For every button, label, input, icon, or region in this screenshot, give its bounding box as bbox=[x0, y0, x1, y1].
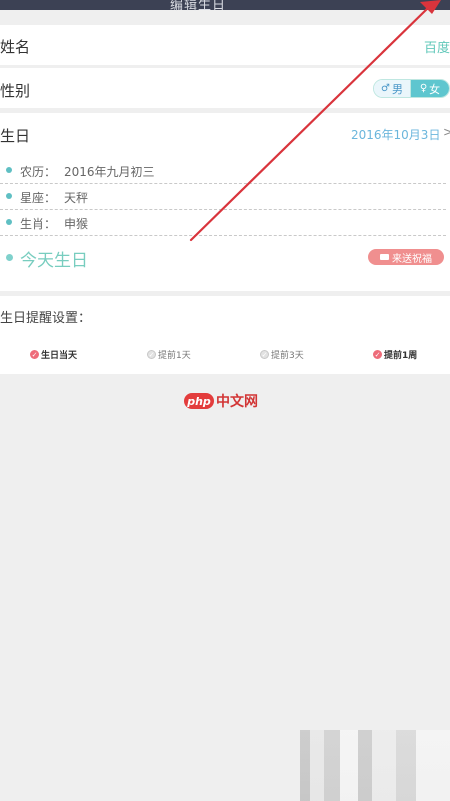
lunar-key: 农历： bbox=[20, 165, 57, 179]
gender-option-female[interactable]: ♀ 女 bbox=[411, 80, 449, 97]
name-value[interactable]: 百度 bbox=[424, 37, 450, 56]
lunar-date-line: 农历： 2016年九月初三 bbox=[0, 159, 446, 184]
reminder-option-label: 生日当天 bbox=[41, 350, 78, 361]
reminder-option-1-day-before[interactable]: ✓ 提前1天 bbox=[147, 347, 191, 361]
today-birthday-text: 今天生日 bbox=[20, 251, 88, 271]
send-wishes-button[interactable]: 来送祝福 bbox=[368, 249, 444, 265]
bullet-dot-icon bbox=[6, 254, 13, 261]
today-birthday-line: 今天生日 来送祝福 bbox=[0, 244, 450, 271]
chinese-zodiac-line: 生肖： 申猴 bbox=[0, 211, 446, 236]
reminder-option-label: 提前1天 bbox=[158, 350, 191, 361]
reminder-option-3-days-before[interactable]: ✓ 提前3天 bbox=[260, 347, 304, 361]
check-circle-icon: ✓ bbox=[373, 349, 382, 359]
gender-toggle[interactable]: ♂ 男 ♀ 女 bbox=[373, 79, 450, 98]
bullet-dot-icon bbox=[6, 167, 12, 173]
site-watermark: php 中文网 bbox=[184, 391, 258, 411]
lunar-value: 2016年九月初三 bbox=[64, 165, 155, 179]
reminder-option-1-week-before[interactable]: ✓ 提前1周 bbox=[373, 347, 417, 361]
check-circle-icon: ✓ bbox=[147, 349, 156, 359]
reminder-option-label: 提前3天 bbox=[271, 350, 304, 361]
send-wishes-label: 来送祝福 bbox=[392, 253, 432, 265]
envelope-icon bbox=[380, 254, 389, 260]
animal-key: 生肖： bbox=[20, 217, 57, 231]
zodiac-value: 天秤 bbox=[64, 191, 89, 205]
chevron-right-icon[interactable]: > bbox=[443, 125, 450, 139]
zodiac-line: 星座： 天秤 bbox=[0, 185, 446, 210]
check-circle-icon: ✓ bbox=[30, 349, 39, 359]
reminder-section: 生日提醒设置： ✓ 生日当天 ✓ 提前1天 ✓ 提前3天 ✓ 提前1周 bbox=[0, 296, 450, 374]
reminder-option-same-day[interactable]: ✓ 生日当天 bbox=[30, 347, 77, 361]
reminder-option-label: 提前1周 bbox=[384, 350, 418, 361]
animal-value: 申猴 bbox=[64, 217, 89, 231]
name-row[interactable]: 姓名 百度 bbox=[0, 25, 450, 65]
bullet-dot-icon bbox=[6, 193, 12, 199]
reminder-label: 生日提醒设置： bbox=[0, 311, 92, 326]
birthday-date[interactable]: 2016年10月3日 bbox=[351, 126, 440, 143]
gender-row: 性别 ♂ 男 ♀ 女 bbox=[0, 68, 450, 108]
bullet-dot-icon bbox=[6, 219, 12, 225]
check-circle-icon: ✓ bbox=[260, 349, 269, 359]
male-symbol-icon: ♂ bbox=[381, 83, 390, 94]
zodiac-key: 星座： bbox=[20, 191, 57, 205]
birthday-label: 生日 bbox=[0, 127, 31, 145]
watermark-text: 中文网 bbox=[216, 394, 258, 410]
gender-male-label: 男 bbox=[392, 82, 403, 96]
gender-label: 性别 bbox=[0, 82, 31, 100]
birthday-section: 生日 2016年10月3日 > 农历： 2016年九月初三 星座： 天秤 生肖：… bbox=[0, 113, 450, 291]
gender-female-label: 女 bbox=[429, 82, 441, 96]
blurred-corner-image bbox=[300, 730, 450, 801]
name-label: 姓名 bbox=[0, 38, 31, 56]
app-header: 编辑生日 bbox=[0, 0, 450, 13]
female-symbol-icon: ♀ bbox=[419, 83, 428, 94]
page-title: 编辑生日 bbox=[170, 0, 227, 13]
gender-option-male[interactable]: ♂ 男 bbox=[374, 80, 412, 97]
watermark-logo-badge: php bbox=[184, 393, 214, 409]
